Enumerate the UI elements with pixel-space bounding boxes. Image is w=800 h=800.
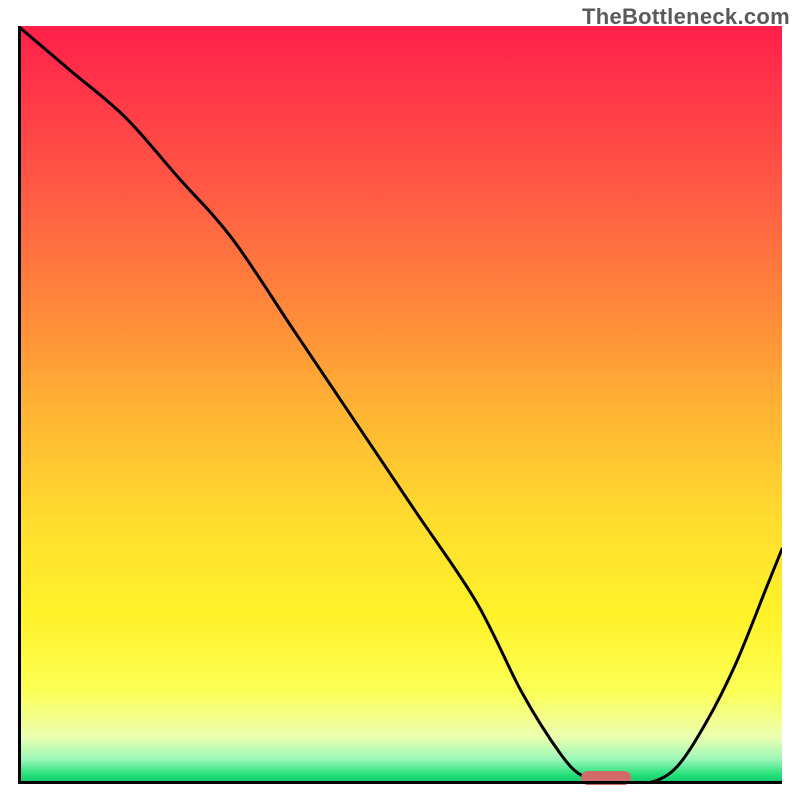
bottleneck-chart [18,26,782,784]
page-root: TheBottleneck.com [0,0,800,800]
curve-svg [18,26,782,784]
plot-area [18,26,782,784]
bottleneck-curve-line [18,26,782,784]
optimal-point-marker [581,771,631,785]
